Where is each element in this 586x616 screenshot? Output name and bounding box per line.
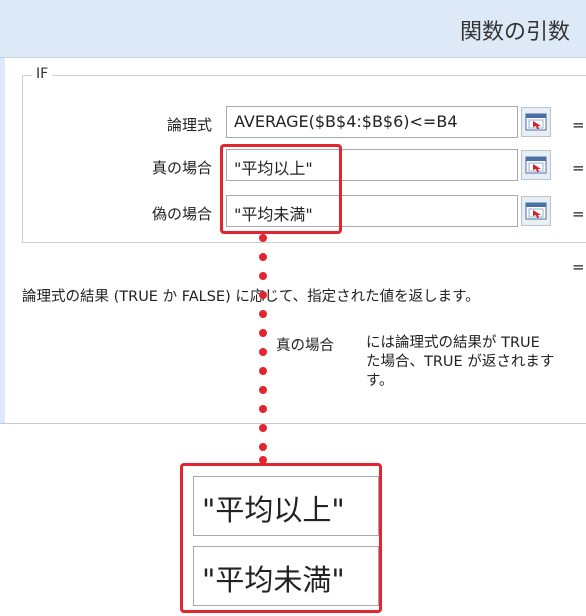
zoom-callout: "平均以上" "平均未満" bbox=[180, 463, 382, 613]
callout-dot bbox=[259, 310, 267, 318]
callout-dot bbox=[259, 424, 267, 432]
value-if-true-label: 真の場合 bbox=[151, 159, 212, 177]
highlight-box bbox=[220, 144, 342, 234]
callout-dot bbox=[259, 272, 267, 280]
callout-dot bbox=[259, 386, 267, 394]
value-if-true-result: = bbox=[572, 159, 585, 177]
callout-dot bbox=[259, 329, 267, 337]
callout-dot bbox=[259, 291, 267, 299]
range-select-icon bbox=[525, 156, 547, 174]
argument-detail-text: には論理式の結果が TRUE た場合、TRUE が返されます す。 bbox=[366, 335, 555, 389]
argument-detail-label: 真の場合 bbox=[276, 338, 334, 354]
dialog-left-edge bbox=[0, 58, 5, 423]
callout-dot bbox=[259, 405, 267, 413]
callout-dot bbox=[259, 234, 267, 242]
value-if-false-label: 偽の場合 bbox=[151, 205, 212, 223]
dialog-title: 関数の引数 bbox=[459, 20, 570, 45]
formula-result: = bbox=[572, 258, 585, 276]
logical-test-input[interactable]: AVERAGE($B$4:$B$6)<=B4 bbox=[226, 106, 518, 138]
range-select-icon bbox=[525, 113, 547, 131]
value-if-false-ref-button[interactable] bbox=[521, 196, 551, 226]
zoom-value-if-true: "平均以上" bbox=[193, 476, 379, 536]
value-if-false-result: = bbox=[572, 205, 585, 223]
value-if-true-ref-button[interactable] bbox=[521, 150, 551, 180]
function-name-label: IF bbox=[32, 66, 53, 82]
callout-dot bbox=[259, 367, 267, 375]
callout-dot bbox=[259, 348, 267, 356]
dialog-titlebar[interactable]: 関数の引数 bbox=[0, 0, 586, 58]
zoom-value-if-false: "平均未満" bbox=[193, 546, 379, 606]
range-select-icon bbox=[525, 202, 547, 220]
logical-test-label: 論理式 bbox=[166, 116, 212, 134]
logical-test-ref-button[interactable] bbox=[521, 107, 551, 137]
function-description: 論理式の結果 (TRUE か FALSE) に応じて、指定された値を返します。 bbox=[22, 289, 480, 305]
callout-dotted-line bbox=[259, 234, 269, 464]
logical-test-result: = bbox=[572, 116, 585, 134]
callout-dot bbox=[259, 443, 267, 451]
callout-dot bbox=[259, 253, 267, 261]
